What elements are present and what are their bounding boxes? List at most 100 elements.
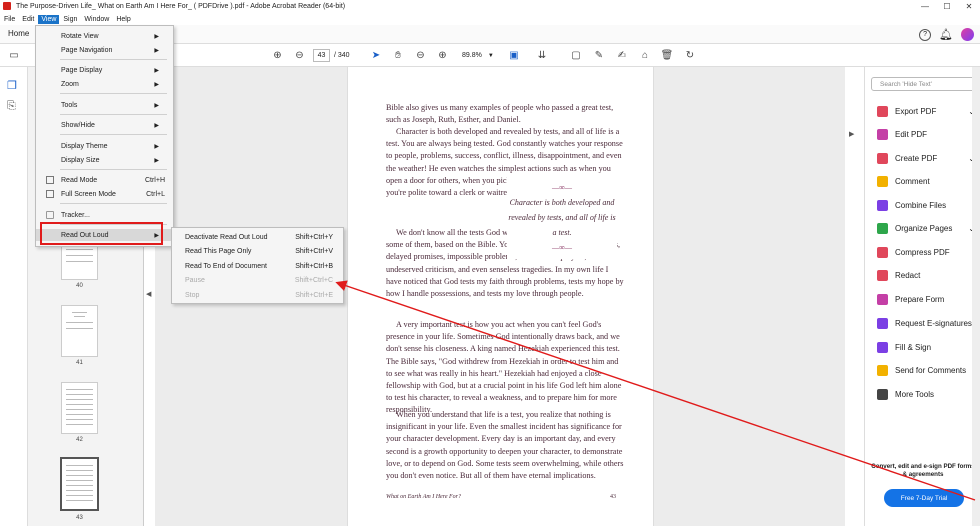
close-button[interactable]: ✕ <box>958 0 980 12</box>
sign-icon[interactable]: ✍︎ <box>616 49 628 62</box>
free-trial-button[interactable]: Free 7-Day Trial <box>884 489 964 507</box>
top-right-icons: ? 🔔︎ <box>919 28 974 41</box>
minimize-button[interactable]: — <box>914 0 936 12</box>
tools-search-input[interactable]: Search 'Hide Text' <box>871 77 975 91</box>
menu-item-label: Rotate View <box>61 32 99 40</box>
save-icon[interactable]: ▭ <box>8 49 20 62</box>
zoom-in-icon[interactable]: ⊕ <box>436 49 449 62</box>
chevron-right-icon: ▶ <box>154 67 159 74</box>
tool-redact[interactable]: Redact <box>877 268 975 282</box>
tool-organize-pages[interactable]: Organize Pages⌄ <box>877 221 975 235</box>
prepare-form-icon <box>877 293 888 305</box>
menu-item-label: Tools <box>61 101 78 109</box>
thumbnail-label: 43 <box>76 515 83 521</box>
highlight-icon[interactable]: ✎ <box>593 49 605 62</box>
menu-item-tracker[interactable]: Tracker... <box>36 209 173 221</box>
menu-item-read-this-page[interactable]: Read This Page Only Shift+Ctrl+V <box>172 245 343 257</box>
thumbnail-page-43[interactable] <box>60 457 99 511</box>
tool-more-tools[interactable]: More Tools <box>877 387 975 401</box>
select-tool-icon[interactable]: ➤ <box>370 49 382 62</box>
help-icon[interactable]: ? <box>919 28 932 41</box>
menu-item-label: Zoom <box>61 80 79 88</box>
thumbnail-page-42[interactable] <box>61 382 98 434</box>
menu-view[interactable]: View <box>38 14 60 24</box>
menu-item-tools[interactable]: Tools ▶ <box>36 99 173 111</box>
maximize-button[interactable]: ☐ <box>936 0 958 12</box>
tool-send-for-comments[interactable]: Send for Comments <box>877 363 975 377</box>
menu-window[interactable]: Window <box>81 15 112 24</box>
menu-item-full-screen[interactable]: Full Screen Mode Ctrl+L <box>36 188 173 200</box>
zoom-select[interactable]: 89.8% ▼ <box>462 49 502 62</box>
window-controls: — ☐ ✕ <box>914 0 980 12</box>
tool-edit-pdf[interactable]: Edit PDF <box>877 127 975 141</box>
right-scrollbar[interactable] <box>972 67 980 526</box>
menu-file[interactable]: File <box>1 15 18 24</box>
menu-item-read-to-end[interactable]: Read To End of Document Shift+Ctrl+B <box>172 260 343 272</box>
hand-tool-icon[interactable]: ✋︎ <box>392 49 404 62</box>
notifications-icon[interactable]: 🔔︎ <box>939 28 953 41</box>
menu-item-stop: Stop Shift+Ctrl+E <box>172 289 343 301</box>
pull-quote-text: Character is both developed and revealed… <box>508 198 616 237</box>
menu-item-deactivate-read-out-loud[interactable]: Deactivate Read Out Loud Shift+Ctrl+Y <box>172 231 343 243</box>
rotate-icon[interactable]: ↻ <box>684 49 696 62</box>
menu-item-label: Display Theme <box>61 142 108 150</box>
thumbnail-page-41[interactable] <box>61 305 98 357</box>
page-paragraph: When you understand that life is a test,… <box>386 409 626 482</box>
scroll-mode-icon[interactable]: ⇊ <box>536 49 548 62</box>
stamp-icon[interactable]: ⌂ <box>639 49 651 62</box>
menu-item-page-navigation[interactable]: Page Navigation ▶ <box>36 44 173 56</box>
menu-shortcut: Ctrl+H <box>144 176 165 184</box>
request-esignatures-icon <box>877 317 888 329</box>
menu-item-rotate-view[interactable]: Rotate View ▶ <box>36 30 173 42</box>
tool-create-pdf[interactable]: Create PDF⌄ <box>877 151 975 165</box>
tool-combine-files[interactable]: Combine Files <box>877 198 975 212</box>
page-number-input[interactable]: 43 <box>313 49 330 62</box>
thumbnail-label: 42 <box>76 437 83 443</box>
create-pdf-icon <box>877 152 888 164</box>
tab-home[interactable]: Home <box>8 29 29 38</box>
window-title: The Purpose-Driven Life_ What on Earth A… <box>16 2 346 10</box>
tool-export-pdf[interactable]: Export PDF⌄ <box>877 104 975 118</box>
read-out-loud-submenu: Deactivate Read Out Loud Shift+Ctrl+Y Rea… <box>171 227 344 304</box>
menu-item-label: Read To End of Document <box>185 262 267 270</box>
menu-help[interactable]: Help <box>113 15 133 24</box>
edit-pdf-icon <box>877 128 888 140</box>
acrobat-icon <box>3 2 11 10</box>
tool-prepare-form[interactable]: Prepare Form <box>877 292 975 306</box>
menu-shortcut: Shift+Ctrl+V <box>295 247 333 255</box>
menu-item-page-display[interactable]: Page Display ▶ <box>36 64 173 76</box>
tool-label: Organize Pages <box>895 223 953 233</box>
menu-item-read-mode[interactable]: Read Mode Ctrl+H <box>36 174 173 186</box>
ornament-icon: —∞— <box>552 183 572 192</box>
page-fit-icon[interactable]: ▣ <box>508 49 520 62</box>
delete-icon[interactable]: 🗑︎ <box>661 49 674 62</box>
menu-sign[interactable]: Sign <box>60 15 80 24</box>
tool-label: Edit PDF <box>895 129 928 139</box>
tool-compress-pdf[interactable]: Compress PDF <box>877 245 975 259</box>
chevron-right-icon: ▶ <box>154 102 159 109</box>
tool-label: Compress PDF <box>895 247 950 257</box>
thumbnails-icon[interactable]: ❐ <box>7 79 17 92</box>
menu-item-label: Read Mode <box>61 176 98 184</box>
read-mode-icon <box>46 176 54 184</box>
attachments-icon[interactable]: ⎘ <box>7 100 16 113</box>
tool-request-esignatures[interactable]: Request E-signatures <box>877 316 975 330</box>
prev-page-icon[interactable]: ⊕ <box>271 49 284 62</box>
collapse-right-panel-icon[interactable]: ▶ <box>849 130 854 138</box>
menu-edit[interactable]: Edit <box>19 15 37 24</box>
menu-item-display-size[interactable]: Display Size ▶ <box>36 154 173 166</box>
menu-item-show-hide[interactable]: Show/Hide ▶ <box>36 119 173 131</box>
avatar[interactable] <box>961 28 974 41</box>
menu-item-label: Page Display <box>61 66 103 74</box>
comment-icon[interactable]: ▢ <box>570 49 582 62</box>
chevron-right-icon: ▶ <box>154 143 159 150</box>
next-page-icon[interactable]: ⊖ <box>293 49 306 62</box>
tool-label: Send for Comments <box>895 365 967 375</box>
zoom-out-icon[interactable]: ⊖ <box>414 49 427 62</box>
tool-fill-sign[interactable]: Fill & Sign <box>877 340 975 354</box>
tool-comment[interactable]: Comment <box>877 174 975 188</box>
menu-item-display-theme[interactable]: Display Theme ▶ <box>36 140 173 152</box>
collapse-left-panel-icon[interactable]: ◀ <box>146 290 151 298</box>
menu-item-zoom[interactable]: Zoom ▶ <box>36 78 173 90</box>
ornament-icon: —∞— <box>552 243 572 252</box>
